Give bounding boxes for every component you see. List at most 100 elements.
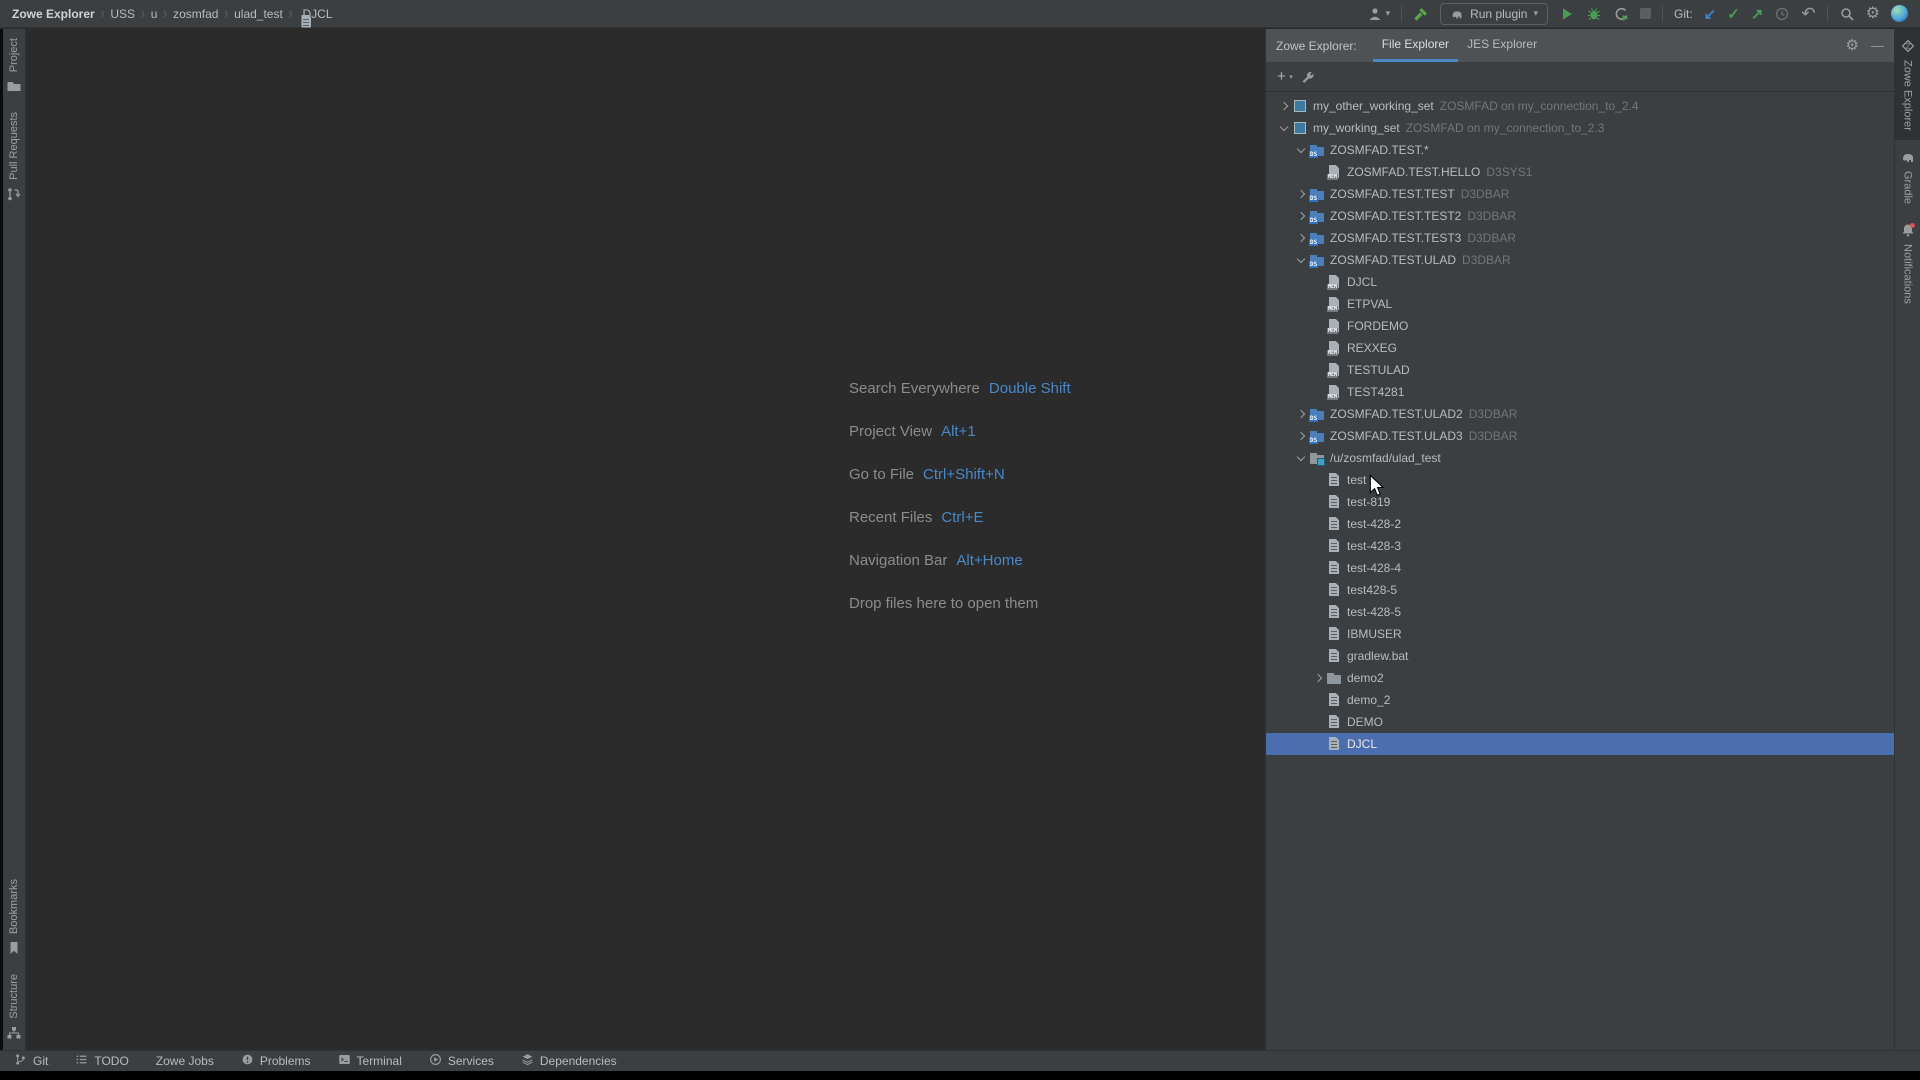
breadcrumb-item[interactable]: USS xyxy=(108,7,137,21)
tree-row[interactable]: DEMO xyxy=(1266,711,1894,733)
tree-row[interactable]: gradlew.bat xyxy=(1266,645,1894,667)
git-push-icon[interactable]: ↗ xyxy=(1751,5,1764,23)
run-with-profiler-icon[interactable] xyxy=(1613,6,1629,22)
tree-row[interactable]: DJCL xyxy=(1266,271,1894,293)
sidebar-item-project[interactable]: Project xyxy=(3,29,25,103)
debug-icon[interactable] xyxy=(1586,6,1602,22)
tree-row[interactable]: my_other_working_setZOSMFAD on my_connec… xyxy=(1266,95,1894,117)
rollback-icon[interactable]: ↶ xyxy=(1801,6,1815,22)
search-everywhere-icon[interactable] xyxy=(1839,6,1855,22)
tab-jes-explorer[interactable]: JES Explorer xyxy=(1458,29,1546,62)
tree-row[interactable]: ZOSMFAD.TEST.ULAD2D3DBAR xyxy=(1266,403,1894,425)
chevron-down-icon[interactable] xyxy=(1276,117,1291,139)
svg-text:Z: Z xyxy=(1905,43,1910,51)
tree-row[interactable]: ZOSMFAD.TEST.TESTD3DBAR xyxy=(1266,183,1894,205)
git-commit-icon[interactable]: ✓ xyxy=(1727,5,1740,23)
chevron-right-icon[interactable] xyxy=(1293,205,1308,227)
tree-row[interactable]: my_working_setZOSMFAD on my_connection_t… xyxy=(1266,117,1894,139)
breadcrumb-item[interactable]: u xyxy=(149,7,160,21)
settings-wrench-icon[interactable] xyxy=(1300,70,1314,84)
chevron-down-icon[interactable] xyxy=(1293,249,1308,271)
breadcrumb-item[interactable]: zosmfad xyxy=(171,7,220,21)
chevron-spacer xyxy=(1310,689,1325,711)
tree-item-label: ZOSMFAD.TEST.ULAD xyxy=(1330,253,1456,267)
tree-item-label: test428-5 xyxy=(1347,583,1397,597)
tree-row[interactable]: test-428-2 xyxy=(1266,513,1894,535)
stripe-label: Structure xyxy=(8,974,20,1019)
tree-row[interactable]: test-428-4 xyxy=(1266,557,1894,579)
sidebar-item-notifications[interactable]: Notifications xyxy=(1895,213,1920,313)
uss-file-icon xyxy=(1326,736,1342,752)
sidebar-item-structure[interactable]: Structure xyxy=(3,965,25,1050)
statusbar-item-git[interactable]: Git xyxy=(14,1053,48,1069)
run-icon[interactable] xyxy=(1559,6,1575,22)
tree-row[interactable]: TEST4281 xyxy=(1266,381,1894,403)
tree-row[interactable]: ZOSMFAD.TEST.ULADD3DBAR xyxy=(1266,249,1894,271)
chevron-spacer xyxy=(1310,315,1325,337)
tree-item-suffix: D3DBAR xyxy=(1467,209,1516,223)
add-profile-icon[interactable]: + xyxy=(1277,70,1286,84)
chevron-right-icon[interactable] xyxy=(1293,403,1308,425)
breadcrumb-item[interactable]: DJCL xyxy=(296,7,334,21)
tree-row[interactable]: test xyxy=(1266,469,1894,491)
chevron-down-icon[interactable] xyxy=(1293,447,1308,469)
tree-row[interactable]: IBMUSER xyxy=(1266,623,1894,645)
tree-row[interactable]: ZOSMFAD.TEST.TEST2D3DBAR xyxy=(1266,205,1894,227)
settings-gear-icon[interactable]: ⚙ xyxy=(1866,6,1880,22)
chevron-right-icon[interactable] xyxy=(1310,667,1325,689)
tree-row[interactable]: ZOSMFAD.TEST.HELLOD3SYS1 xyxy=(1266,161,1894,183)
tree-row[interactable]: TESTULAD xyxy=(1266,359,1894,381)
tree-row[interactable]: DJCL xyxy=(1266,733,1894,755)
chevron-right-icon[interactable] xyxy=(1276,95,1291,117)
tree-row[interactable]: ZOSMFAD.TEST.* xyxy=(1266,139,1894,161)
chevron-down-icon[interactable] xyxy=(1293,139,1308,161)
tree-row[interactable]: REXXEG xyxy=(1266,337,1894,359)
tree-row[interactable]: test-428-5 xyxy=(1266,601,1894,623)
tree-row[interactable]: test428-5 xyxy=(1266,579,1894,601)
sidebar-item-zowe-explorer[interactable]: ZZowe Explorer xyxy=(1895,29,1920,140)
shortcut-action: Navigation Bar xyxy=(849,552,947,569)
shortcut-line: Go to FileCtrl+Shift+N xyxy=(849,453,1071,496)
tree-row[interactable]: demo2 xyxy=(1266,667,1894,689)
statusbar-item-problems[interactable]: Problems xyxy=(241,1053,311,1069)
statusbar-item-services[interactable]: Services xyxy=(429,1053,494,1069)
sidebar-item-pull-requests[interactable]: Pull Requests xyxy=(3,103,25,211)
tree-item-label: gradlew.bat xyxy=(1347,649,1408,663)
tree-item-label: my_working_set xyxy=(1313,121,1400,135)
statusbar-item-zowe-jobs[interactable]: Zowe Jobs xyxy=(156,1054,214,1068)
sidebar-item-bookmarks[interactable]: Bookmarks xyxy=(3,870,25,965)
breadcrumb-item[interactable]: Zowe Explorer xyxy=(10,7,97,21)
run-plugin-button[interactable]: Run plugin ▾ xyxy=(1440,3,1548,25)
statusbar-item-dependencies[interactable]: Dependencies xyxy=(521,1053,617,1069)
chevron-right-icon[interactable] xyxy=(1293,227,1308,249)
tree-row[interactable]: test-428-3 xyxy=(1266,535,1894,557)
ide-avatar-icon[interactable] xyxy=(1891,5,1908,22)
chevron-right-icon[interactable] xyxy=(1293,425,1308,447)
chevron-right-icon[interactable] xyxy=(1293,183,1308,205)
tree-item-suffix: D3DBAR xyxy=(1469,407,1518,421)
tree-row[interactable]: demo_2 xyxy=(1266,689,1894,711)
member-icon xyxy=(1326,274,1342,290)
shortcut-keys: Alt+1 xyxy=(941,423,976,440)
breadcrumb-item[interactable]: ulad_test xyxy=(232,7,285,21)
tree-row[interactable]: ETPVAL xyxy=(1266,293,1894,315)
user-menu-button[interactable]: ▾ xyxy=(1367,6,1391,22)
statusbar-item-terminal[interactable]: Terminal xyxy=(338,1053,402,1069)
sidebar-item-gradle[interactable]: Gradle xyxy=(1895,140,1920,213)
history-icon[interactable] xyxy=(1774,6,1790,22)
git-update-icon[interactable]: ↙ xyxy=(1704,5,1717,23)
tree-row[interactable]: test-819 xyxy=(1266,491,1894,513)
tab-file-explorer[interactable]: File Explorer xyxy=(1373,29,1458,62)
panel-gear-icon[interactable]: ⚙ xyxy=(1846,38,1859,54)
stop-icon[interactable] xyxy=(1640,8,1651,19)
tree-row[interactable]: ZOSMFAD.TEST.TEST3D3DBAR xyxy=(1266,227,1894,249)
tree-row[interactable]: FORDEMO xyxy=(1266,315,1894,337)
hide-panel-icon[interactable]: — xyxy=(1871,38,1884,54)
tree-row[interactable]: ZOSMFAD.TEST.ULAD3D3DBAR xyxy=(1266,425,1894,447)
working-set-icon xyxy=(1292,120,1308,136)
breadcrumb-separator: › xyxy=(220,5,232,22)
statusbar-item-todo[interactable]: TODO xyxy=(75,1053,128,1069)
build-hammer-icon[interactable] xyxy=(1413,6,1429,22)
left-stripe-top: ProjectPull Requests xyxy=(3,29,25,211)
tree-row[interactable]: /u/zosmfad/ulad_test xyxy=(1266,447,1894,469)
